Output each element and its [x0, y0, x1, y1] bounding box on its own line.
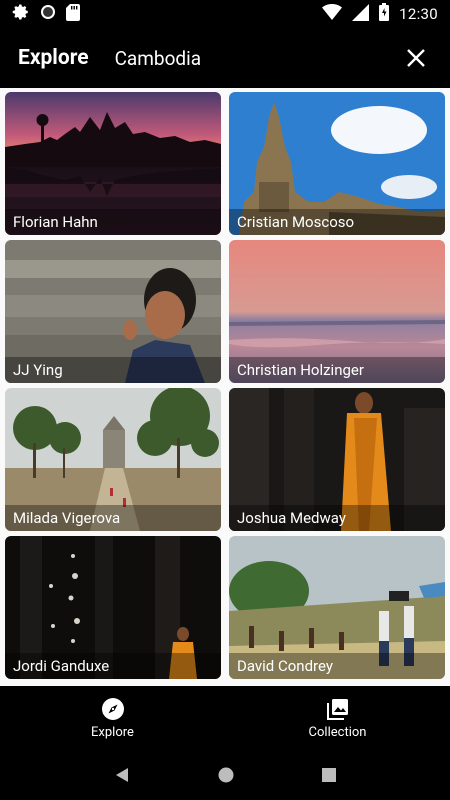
photo-card-david-condrey[interactable]: David Condrey [229, 536, 445, 679]
photo-card-joshua-medway[interactable]: Joshua Medway [229, 388, 445, 531]
battery-icon [379, 3, 390, 25]
photo-card-florian-hahn[interactable]: Florian Hahn [5, 92, 221, 235]
app-bar: Explore Cambodia [0, 28, 450, 88]
photo-card-christian-holzinger[interactable]: Christian Holzinger [229, 240, 445, 383]
photo-author: Florian Hahn [5, 209, 221, 235]
photo-author: David Condrey [229, 653, 445, 679]
photo-author: JJ Ying [5, 357, 221, 383]
recents-icon[interactable] [322, 768, 336, 782]
nav-collection-label: Collection [308, 724, 367, 740]
wifi-icon [322, 4, 343, 24]
back-icon[interactable] [114, 767, 130, 783]
settings-icon [12, 3, 30, 25]
photo-author: Christian Holzinger [229, 357, 445, 383]
nav-explore-label: Explore [91, 724, 134, 740]
photo-author: Milada Vigerova [5, 505, 221, 531]
home-icon[interactable] [218, 767, 234, 783]
sd-card-icon [66, 3, 80, 25]
photo-card-jj-ying[interactable]: JJ Ying [5, 240, 221, 383]
photo-library-icon [326, 698, 348, 720]
close-icon [407, 49, 425, 67]
status-time: 12:30 [399, 5, 438, 23]
photo-author: Joshua Medway [229, 505, 445, 531]
photo-card-milada-vigerova[interactable]: Milada Vigerova [5, 388, 221, 531]
nav-collection[interactable]: Collection [225, 686, 450, 750]
compass-icon [101, 697, 124, 720]
close-button[interactable] [400, 42, 432, 74]
status-bar: 12:30 [0, 0, 450, 28]
nav-explore[interactable]: Explore [0, 686, 225, 750]
photo-grid: Florian Hahn Cristian Moscoso JJ Ying Ch… [0, 88, 450, 686]
circle-icon [40, 4, 56, 24]
photo-author: Jordi Ganduxe [5, 653, 221, 679]
photo-author: Cristian Moscoso [229, 209, 445, 235]
bottom-navigation: Explore Collection [0, 686, 450, 750]
location-subtitle: Cambodia [114, 46, 202, 70]
system-navigation-bar [0, 750, 450, 800]
signal-icon [352, 3, 370, 25]
page-title: Explore [18, 46, 89, 70]
photo-card-cristian-moscoso[interactable]: Cristian Moscoso [229, 92, 445, 235]
photo-card-jordi-ganduxe[interactable]: Jordi Ganduxe [5, 536, 221, 679]
